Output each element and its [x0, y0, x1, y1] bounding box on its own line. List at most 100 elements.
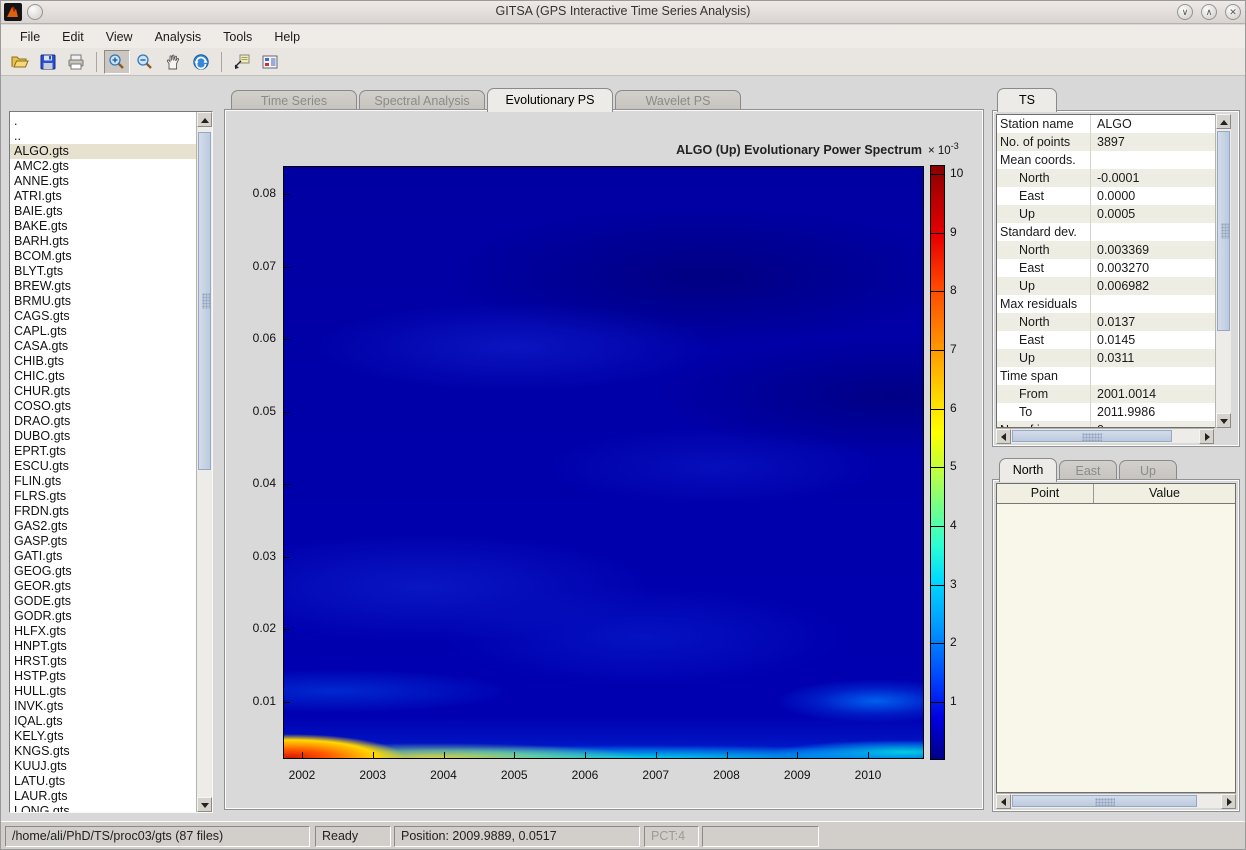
file-list-item[interactable]: IQAL.gts	[10, 714, 196, 729]
tab-north[interactable]: North	[999, 458, 1057, 482]
point-value-hscrollbar[interactable]	[996, 793, 1236, 808]
file-list-item[interactable]: CASA.gts	[10, 339, 196, 354]
scroll-down-arrow[interactable]	[1216, 413, 1231, 428]
file-list-item[interactable]: EPRT.gts	[10, 444, 196, 459]
status-state: Ready	[315, 826, 391, 847]
file-list-item[interactable]: CHIC.gts	[10, 369, 196, 384]
file-list-item[interactable]: ..	[10, 129, 196, 144]
file-list-item[interactable]: ANNE.gts	[10, 174, 196, 189]
tab-wavelet-ps[interactable]: Wavelet PS	[615, 90, 741, 112]
file-list-item[interactable]: LONG.gts	[10, 804, 196, 812]
scroll-left-arrow[interactable]	[996, 429, 1011, 444]
file-list-item[interactable]: HULL.gts	[10, 684, 196, 699]
file-list-item[interactable]: GATI.gts	[10, 549, 196, 564]
file-list-item[interactable]: AMC2.gts	[10, 159, 196, 174]
file-list-item[interactable]: GEOG.gts	[10, 564, 196, 579]
scrollbar-thumb[interactable]	[1012, 430, 1172, 442]
toolbar-rotate-3d[interactable]	[188, 50, 214, 74]
file-list-item[interactable]: HSTP.gts	[10, 669, 196, 684]
file-list-item[interactable]: KELY.gts	[10, 729, 196, 744]
file-list-item[interactable]: INVK.gts	[10, 699, 196, 714]
file-list-item[interactable]: BRMU.gts	[10, 294, 196, 309]
evolutionary-power-spectrum-plot[interactable]	[283, 166, 924, 759]
tab-evolutionary-ps[interactable]: Evolutionary PS	[487, 88, 613, 112]
scroll-right-arrow[interactable]	[1221, 794, 1236, 809]
y-axis-tick-label: 0.08	[234, 186, 276, 200]
file-list-item[interactable]: KNGS.gts	[10, 744, 196, 759]
menu-analysis[interactable]: Analysis	[144, 28, 213, 46]
file-list-item[interactable]: LAUR.gts	[10, 789, 196, 804]
file-list-scrollbar[interactable]	[196, 112, 212, 812]
close-button[interactable]: ✕	[1225, 4, 1241, 20]
file-list-item[interactable]: DUBO.gts	[10, 429, 196, 444]
menu-edit[interactable]: Edit	[51, 28, 95, 46]
file-list-item[interactable]: GEOR.gts	[10, 579, 196, 594]
file-list-item[interactable]: BREW.gts	[10, 279, 196, 294]
ts-table-row: From2001.0014	[997, 385, 1215, 403]
minimize-button[interactable]: ∨	[1177, 4, 1193, 20]
file-list-item[interactable]: CAPL.gts	[10, 324, 196, 339]
scroll-down-arrow[interactable]	[197, 797, 212, 812]
toolbar-save[interactable]	[35, 50, 61, 74]
file-list-item[interactable]: GAS2.gts	[10, 519, 196, 534]
file-list-item[interactable]: HNPT.gts	[10, 639, 196, 654]
toolbar-print[interactable]	[63, 50, 89, 74]
menu-file[interactable]: File	[9, 28, 51, 46]
file-list-item[interactable]: KUUJ.gts	[10, 759, 196, 774]
toolbar-zoom-in[interactable]	[104, 50, 130, 74]
file-list-item[interactable]: ESCU.gts	[10, 459, 196, 474]
scrollbar-thumb[interactable]	[1217, 131, 1230, 331]
ts-table-vscrollbar[interactable]	[1215, 114, 1231, 428]
file-list-item[interactable]: HLFX.gts	[10, 624, 196, 639]
file-list-item[interactable]: BLYT.gts	[10, 264, 196, 279]
x-axis-tick-mark	[585, 752, 586, 758]
tab-east[interactable]: East	[1059, 460, 1117, 482]
scrollbar-thumb[interactable]	[1012, 795, 1197, 807]
menu-tools[interactable]: Tools	[212, 28, 263, 46]
menu-view[interactable]: View	[95, 28, 144, 46]
file-list-item[interactable]: FLRS.gts	[10, 489, 196, 504]
toolbar-data-cursor[interactable]	[229, 50, 255, 74]
ts-row-label: East	[997, 259, 1091, 277]
toolbar-pan[interactable]	[160, 50, 186, 74]
tab-spectral-analysis[interactable]: Spectral Analysis	[359, 90, 485, 112]
scrollbar-thumb[interactable]	[198, 132, 211, 470]
y-axis-tick-label: 0.03	[234, 549, 276, 563]
file-list-item[interactable]: ATRI.gts	[10, 189, 196, 204]
ts-table-hscrollbar[interactable]	[996, 428, 1214, 443]
file-list-item[interactable]: BAKE.gts	[10, 219, 196, 234]
toolbar-open[interactable]	[7, 50, 33, 74]
file-list-item[interactable]: DRAO.gts	[10, 414, 196, 429]
file-list-item[interactable]: COSO.gts	[10, 399, 196, 414]
file-list-item[interactable]: BCOM.gts	[10, 249, 196, 264]
file-list-item[interactable]: .	[10, 114, 196, 129]
file-list-item[interactable]: GODR.gts	[10, 609, 196, 624]
scroll-up-arrow[interactable]	[197, 112, 212, 127]
file-list-item[interactable]: FLIN.gts	[10, 474, 196, 489]
maximize-button[interactable]: ∧	[1201, 4, 1217, 20]
scroll-up-arrow[interactable]	[1216, 114, 1231, 129]
scroll-right-arrow[interactable]	[1199, 429, 1214, 444]
file-list-item[interactable]: CAGS.gts	[10, 309, 196, 324]
file-list-item[interactable]: FRDN.gts	[10, 504, 196, 519]
colorbar	[930, 165, 945, 760]
save-floppy-icon	[39, 53, 57, 71]
file-list-item[interactable]: HRST.gts	[10, 654, 196, 669]
toolbar-zoom-out[interactable]	[132, 50, 158, 74]
file-list-item[interactable]: LATU.gts	[10, 774, 196, 789]
file-list-item[interactable]: CHUR.gts	[10, 384, 196, 399]
tab-time-series[interactable]: Time Series	[231, 90, 357, 112]
file-list-item[interactable]: GODE.gts	[10, 594, 196, 609]
tab-up[interactable]: Up	[1119, 460, 1177, 482]
file-list-item[interactable]: GASP.gts	[10, 534, 196, 549]
toolbar-plot-tools[interactable]	[257, 50, 283, 74]
file-list-item[interactable]: BAIE.gts	[10, 204, 196, 219]
scroll-left-arrow[interactable]	[996, 794, 1011, 809]
file-list-item[interactable]: ALGO.gts	[10, 144, 196, 159]
menu-help[interactable]: Help	[263, 28, 311, 46]
file-list-item[interactable]: CHIB.gts	[10, 354, 196, 369]
x-axis-tick-mark	[868, 752, 869, 758]
tab-ts[interactable]: TS	[997, 88, 1057, 112]
title-bar[interactable]: GITSA (GPS Interactive Time Series Analy…	[1, 1, 1245, 24]
file-list-item[interactable]: BARH.gts	[10, 234, 196, 249]
